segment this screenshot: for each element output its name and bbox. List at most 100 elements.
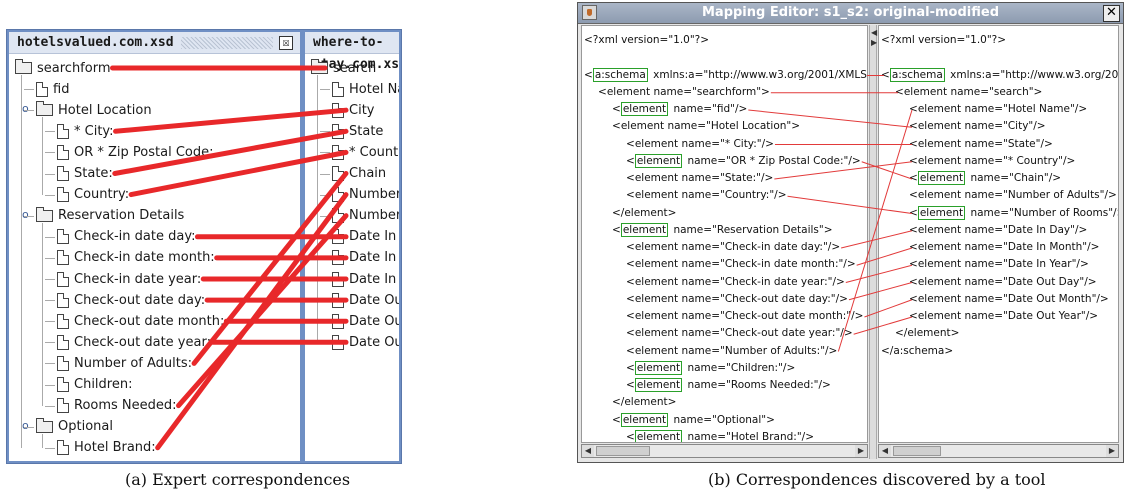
source-tree-node[interactable]: * City:	[57, 121, 114, 141]
source-tree-node[interactable]: Check-out date year:	[57, 332, 211, 352]
scroll-thumb[interactable]	[893, 446, 941, 456]
source-xml-line[interactable]: </element>	[612, 205, 676, 221]
xml-element-tag[interactable]: element	[620, 102, 669, 116]
source-tree-node[interactable]: Check-out date month:	[57, 311, 224, 331]
target-xml-line[interactable]: <element name="Number of Adults"/>	[909, 187, 1117, 203]
source-tree-node[interactable]: searchform	[15, 58, 111, 78]
target-tree-node[interactable]: Date In Year	[332, 269, 399, 289]
target-xml-pane[interactable]: <?xml version="1.0"?> < a:schema xmlns:a="…	[878, 25, 1119, 443]
source-tree-node[interactable]: Country:	[57, 185, 129, 205]
target-tree-node[interactable]: Date Out Year	[332, 332, 399, 352]
target-xml-line[interactable]: <element name="State"/>	[909, 136, 1053, 152]
target-tree-node[interactable]: State	[332, 121, 383, 141]
xml-element-tag[interactable]: element	[917, 205, 966, 220]
source-xml-line[interactable]: <element name="searchform">	[598, 84, 770, 100]
scroll-thumb[interactable]	[596, 446, 650, 456]
close-icon[interactable]: ✕	[1103, 5, 1120, 22]
source-tree-node[interactable]: Check-in date day:	[57, 227, 195, 247]
source-xml-line[interactable]: <element name="Check-out date month:"/>	[626, 308, 863, 324]
source-xml-line[interactable]: < element name="OR * Zip Postal Code:"/>	[626, 153, 861, 169]
target-xml-line[interactable]: <element name="* Country"/>	[909, 153, 1075, 169]
target-xml-line[interactable]: <element name="Hotel Name"/>	[909, 101, 1087, 117]
source-xml-line[interactable]: </element>	[612, 394, 676, 410]
scroll-left-icon[interactable]: ◀	[879, 445, 891, 457]
xml-element-tag[interactable]: element	[634, 429, 683, 442]
source-horizontal-scrollbar[interactable]: ◀ ▶	[581, 444, 868, 458]
target-xml-line[interactable]: </a:schema>	[881, 343, 953, 359]
source-tree-node[interactable]: fid	[36, 79, 69, 99]
source-tree-node[interactable]: Check-in date year:	[57, 269, 201, 289]
source-tree-node[interactable]: Optional	[36, 417, 113, 437]
target-xml-line[interactable]: <element name="Date In Day"/>	[909, 222, 1087, 238]
close-icon[interactable]: ☒	[279, 36, 293, 50]
xml-element-tag[interactable]: element	[634, 153, 683, 168]
source-xml-line[interactable]: <element name="Check-in date month:"/>	[626, 256, 856, 272]
target-tree-node[interactable]: City	[332, 100, 374, 120]
source-tree-node[interactable]: Check-in date month:	[57, 248, 215, 268]
target-xml-line[interactable]: < a:schema xmlns:a="http://www.w3.org/200	[881, 67, 1118, 83]
source-tree-node[interactable]: Number of Adults:	[57, 353, 192, 373]
source-xml-line[interactable]: < element name="Optional">	[612, 412, 775, 428]
target-schema-tree[interactable]: where-to-stay.com.xsd ☒ search Hotel Name…	[305, 32, 399, 461]
split-divider[interactable]: ◀ ▶	[869, 25, 877, 459]
source-tree-node[interactable]: Hotel Brand:	[57, 438, 156, 458]
target-tree-node[interactable]: Date In Day	[332, 227, 399, 247]
source-xml-line[interactable]: < element name="Children:"/>	[626, 360, 795, 376]
target-xml-line[interactable]: <element name="Date Out Year"/>	[909, 308, 1098, 324]
collapse-right-icon[interactable]: ▶	[871, 38, 877, 47]
source-xml-line[interactable]: < element name="Hotel Brand:"/>	[626, 429, 814, 442]
xml-element-tag[interactable]: element	[634, 378, 683, 392]
collapse-left-icon[interactable]: ◀	[871, 28, 877, 37]
target-tree-node[interactable]: search	[311, 58, 376, 78]
source-xml-line[interactable]: <element name="Check-in date year:"/>	[626, 274, 845, 290]
target-tree-node[interactable]: Hotel Name	[332, 79, 399, 99]
source-xml-line[interactable]: <element name="Check-in date day:"/>	[626, 239, 840, 255]
source-xml-line[interactable]: <element name="* City:"/>	[626, 136, 774, 152]
source-xml-line[interactable]: < element name="fid"/>	[612, 101, 747, 117]
source-xml-line[interactable]: <element name="Check-out date day:"/>	[626, 291, 848, 307]
expand-handle-icon[interactable]: o	[22, 419, 29, 432]
source-tree-node[interactable]: State:	[57, 164, 113, 184]
source-xml-pane[interactable]: <?xml version="1.0"?> < a:schema xmlns:a="…	[581, 25, 868, 443]
scroll-right-icon[interactable]: ▶	[855, 445, 867, 457]
source-tree-node[interactable]: Rooms Needed:	[57, 396, 177, 416]
target-tree-node[interactable]: Number of Adults	[332, 185, 399, 205]
xml-element-tag[interactable]: element	[917, 171, 966, 185]
source-xml-line[interactable]: <element name="Number of Adults:"/>	[626, 343, 837, 359]
source-xml-line[interactable]: <element name="Country:"/>	[626, 187, 787, 203]
target-xml-line[interactable]: <element name="Date Out Month"/>	[909, 291, 1109, 307]
source-tree-node[interactable]: Reservation Details	[36, 206, 184, 226]
source-tree-node[interactable]: Children:	[57, 375, 132, 395]
target-xml-line[interactable]: <element name="Date In Month"/>	[909, 239, 1099, 255]
target-xml-line[interactable]: </element>	[895, 325, 959, 341]
xml-element-tag[interactable]: a:schema	[889, 67, 945, 82]
target-xml-line[interactable]: < element name="Number of Rooms"/>	[909, 205, 1118, 221]
source-tree-node[interactable]: Hotel Location	[36, 100, 152, 120]
scroll-left-icon[interactable]: ◀	[582, 445, 594, 457]
target-horizontal-scrollbar[interactable]: ◀ ▶	[878, 444, 1119, 458]
source-xml-line[interactable]: <element name="Check-out date year:"/>	[626, 325, 853, 341]
source-xml-line[interactable]: <element name="Hotel Location">	[612, 118, 800, 134]
target-tree-node[interactable]: Number of Rooms	[332, 206, 399, 226]
target-tree-node[interactable]: Date Out Month	[332, 311, 399, 331]
source-tree-node[interactable]: OR * Zip Postal Code:	[57, 142, 214, 162]
xml-element-tag[interactable]: element	[620, 222, 669, 237]
xml-element-tag[interactable]: element	[620, 412, 669, 427]
expand-handle-icon[interactable]: o	[22, 102, 29, 115]
xml-element-tag[interactable]: a:schema	[592, 67, 648, 82]
source-xml-line[interactable]: < element name="Rooms Needed:"/>	[626, 377, 831, 393]
target-xml-line[interactable]: <element name="search">	[895, 84, 1042, 100]
expand-handle-icon[interactable]: o	[22, 208, 29, 221]
target-tree-node[interactable]: * Country	[332, 142, 399, 162]
window-title-bar[interactable]: Mapping Editor: s1_s2: original-modified…	[578, 3, 1123, 24]
target-xml-line[interactable]: <element name="Date Out Day"/>	[909, 274, 1097, 290]
scroll-right-icon[interactable]: ▶	[1106, 445, 1118, 457]
source-schema-tree[interactable]: hotelsvalued.com.xsd ☒ searchform fid Hote…	[9, 32, 300, 461]
target-tree-node[interactable]: Chain	[332, 164, 386, 184]
target-tree-node[interactable]: Date Out Day	[332, 290, 399, 310]
source-xml-line[interactable]: < element name="Reservation Details">	[612, 222, 833, 238]
target-xml-line[interactable]: <element name="Date In Year"/>	[909, 256, 1089, 272]
source-xml-line[interactable]: < a:schema xmlns:a="http://www.w3.org/200…	[584, 67, 867, 83]
source-tree-node[interactable]: Check-out date day:	[57, 290, 205, 310]
target-xml-line[interactable]: < element name="Chain"/>	[909, 170, 1061, 186]
